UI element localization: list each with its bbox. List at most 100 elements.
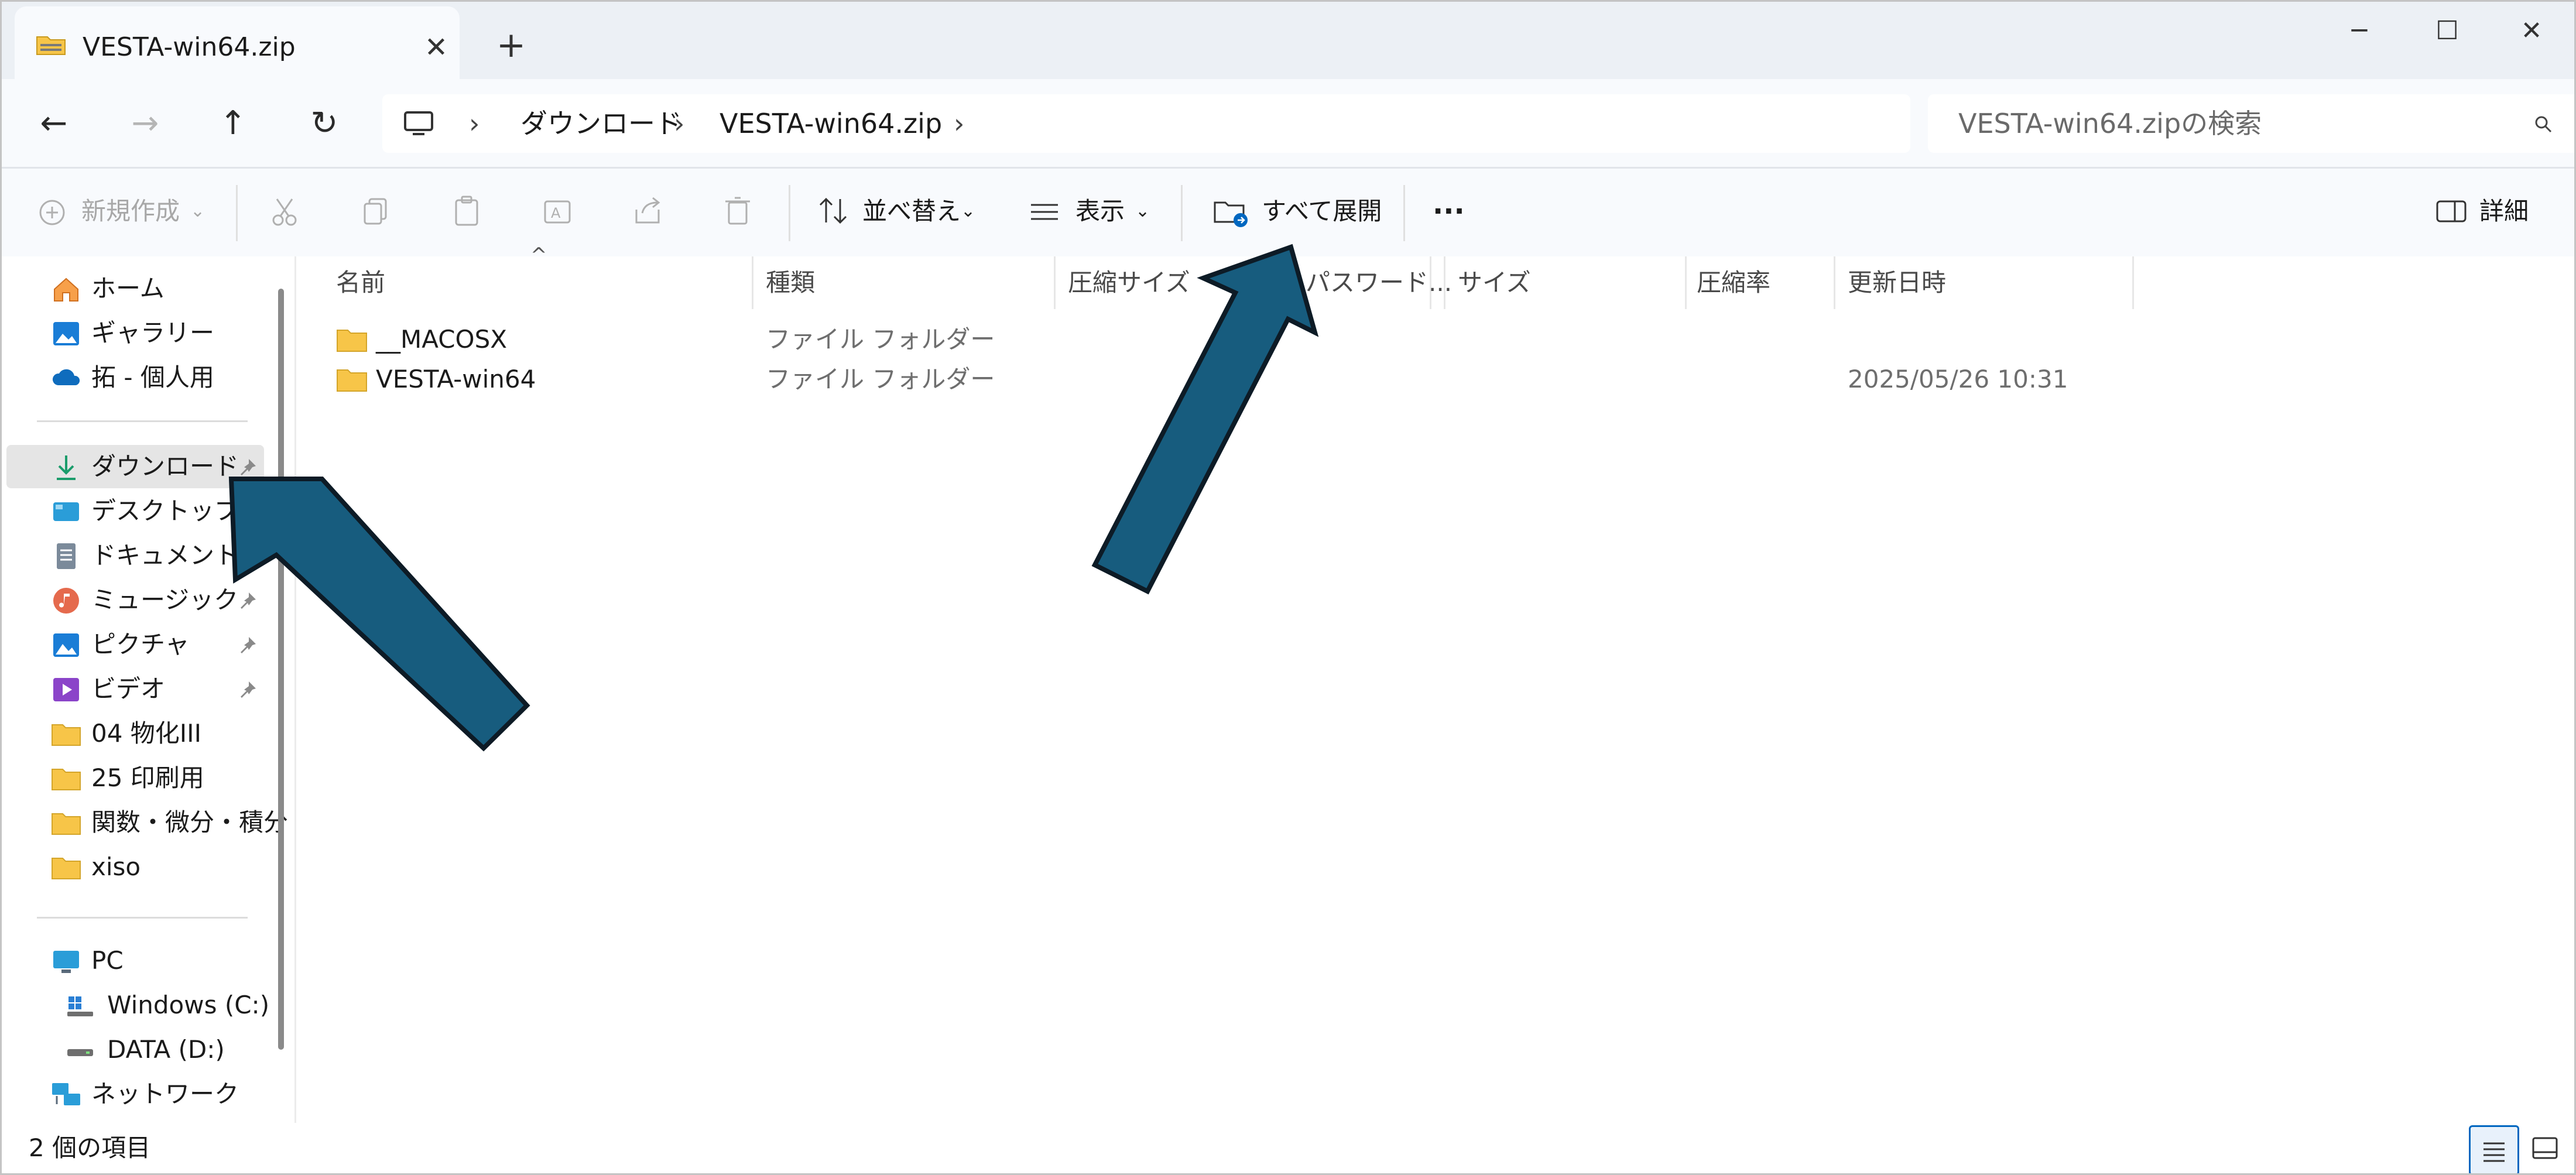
sidebar-item-music[interactable]: ミュージック <box>6 578 264 622</box>
file-row[interactable]: VESTA-win64 ファイル フォルダー 2025/05/26 10:31 <box>296 359 2170 399</box>
folder-icon <box>52 813 81 835</box>
sort-icon <box>819 197 847 224</box>
column-header-ratio[interactable]: 圧縮率 <box>1697 256 1770 309</box>
folder-icon <box>52 769 81 790</box>
delete-icon[interactable] <box>712 186 763 237</box>
sidebar-item-label: 25 印刷用 <box>91 763 204 792</box>
sidebar-item-label: ダウンロード <box>91 452 239 481</box>
extract-folder-icon <box>1214 201 1248 227</box>
tiles-view-icon[interactable] <box>2522 1125 2568 1172</box>
tab-vesta-zip[interactable]: VESTA-win64.zip ✕ <box>15 6 460 79</box>
file-row[interactable]: __MACOSX ファイル フォルダー <box>296 320 2170 359</box>
sidebar-item-desktop[interactable]: デスクトップ <box>6 489 264 533</box>
divider[interactable] <box>1834 256 1835 309</box>
pin-icon[interactable] <box>236 678 259 701</box>
file-list: 名前 ^ 種類 圧縮サイズ パスワード... サイズ 圧縮率 更新日時 __MA… <box>296 244 2574 1123</box>
sidebar-item-label: ギャラリー <box>91 318 215 347</box>
pin-icon[interactable] <box>236 589 259 612</box>
sidebar-item-downloads[interactable]: ダウンロード <box>6 445 264 488</box>
sidebar-item-label: DATA (D:) <box>107 1035 225 1064</box>
divider[interactable] <box>1685 256 1687 309</box>
sidebar-item-label: ホーム <box>91 274 165 303</box>
document-icon <box>57 543 76 569</box>
gallery-icon <box>53 322 79 345</box>
view-button[interactable]: 表示 <box>1075 185 1125 238</box>
chevron-down-icon: ⌄ <box>961 201 976 221</box>
column-header-modified[interactable]: 更新日時 <box>1848 256 1946 309</box>
breadcrumb-separator-icon[interactable]: › <box>954 94 964 153</box>
sidebar-item-drive-c[interactable]: Windows (C:) <box>6 984 269 1027</box>
home-icon <box>54 278 78 302</box>
back-button[interactable]: ← <box>28 100 80 147</box>
sidebar-item-onedrive[interactable]: 拓 - 個人用 <box>6 356 264 399</box>
sidebar-item-home[interactable]: ホーム <box>6 267 264 310</box>
close-window-button[interactable]: ✕ <box>2493 6 2570 56</box>
sidebar-item-folder[interactable]: 25 印刷用 <box>6 756 264 800</box>
sort-button[interactable]: 並べ替え <box>862 185 961 238</box>
more-options-button[interactable]: ··· <box>1433 185 1465 238</box>
up-button[interactable]: ↑ <box>207 100 259 147</box>
sidebar-item-folder[interactable]: xiso <box>6 845 264 889</box>
divider <box>37 917 248 919</box>
breadcrumb-separator-icon[interactable]: › <box>469 94 479 153</box>
file-type: ファイル フォルダー <box>766 325 995 354</box>
divider <box>37 420 248 422</box>
sidebar-item-gallery[interactable]: ギャラリー <box>6 311 264 355</box>
column-header-type[interactable]: 種類 <box>766 256 815 309</box>
pin-icon[interactable] <box>236 633 259 657</box>
divider <box>236 185 238 241</box>
divider <box>789 185 790 241</box>
details-button[interactable]: 詳細 <box>2479 185 2529 238</box>
maximize-button[interactable]: ☐ <box>2409 6 2485 56</box>
sidebar-item-network[interactable]: ネットワーク <box>6 1073 264 1116</box>
refresh-button[interactable]: ↻ <box>298 100 351 147</box>
sidebar-item-label: xiso <box>91 852 141 881</box>
copy-icon[interactable] <box>351 186 401 237</box>
column-header-name[interactable]: 名前 <box>336 256 385 309</box>
tab-close-button[interactable]: ✕ <box>413 24 460 71</box>
column-header-password[interactable]: パスワード... <box>1306 256 1452 309</box>
pc-icon <box>404 111 433 135</box>
pin-icon[interactable] <box>236 455 259 479</box>
sidebar-item-folder[interactable]: 04 物化III <box>6 712 264 755</box>
breadcrumb-downloads[interactable]: ダウンロード <box>520 94 682 153</box>
folder-icon <box>337 369 367 392</box>
file-name: __MACOSX <box>376 325 508 354</box>
cut-icon[interactable] <box>259 186 310 237</box>
breadcrumb-zip[interactable]: VESTA-win64.zip <box>720 94 942 153</box>
divider[interactable] <box>1054 256 1056 309</box>
details-view-icon[interactable] <box>2469 1125 2519 1175</box>
rename-icon[interactable]: A <box>532 186 583 237</box>
extract-all-button[interactable]: すべて展開 <box>1262 185 1382 238</box>
sidebar-item-pictures[interactable]: ピクチャ <box>6 623 264 666</box>
search-box[interactable]: VESTA-win64.zipの検索 <box>1928 94 2574 153</box>
sidebar-item-label: デスクトップ <box>91 496 239 525</box>
folder-icon <box>52 858 81 879</box>
share-icon[interactable] <box>622 186 673 237</box>
sidebar-item-drive-d[interactable]: DATA (D:) <box>6 1028 264 1071</box>
forward-button[interactable]: → <box>119 100 172 147</box>
windows-drive-icon <box>67 996 93 1016</box>
sidebar-item-videos[interactable]: ビデオ <box>6 667 264 711</box>
divider[interactable] <box>2132 256 2134 309</box>
address-bar[interactable]: › ダウンロード › VESTA-win64.zip › <box>382 94 1910 153</box>
sidebar-scrollbar[interactable] <box>278 289 284 1050</box>
minimize-button[interactable]: ─ <box>2321 6 2397 56</box>
new-tab-button[interactable]: + <box>489 23 533 67</box>
file-name: VESTA-win64 <box>376 365 536 393</box>
sidebar-item-label: ピクチャ <box>91 630 190 659</box>
sidebar-item-folder[interactable]: 関数・微分・積分 <box>6 801 288 844</box>
command-bar: 新規作成 ⌄ A 並べ替え ⌄ 表示 ⌄ すべて展開 ··· 詳細 <box>2 169 2574 258</box>
folder-icon <box>52 724 81 746</box>
search-icon <box>2535 116 2552 133</box>
divider[interactable] <box>752 256 753 309</box>
column-header-compressed-size[interactable]: 圧縮サイズ <box>1068 256 1190 309</box>
sidebar-item-pc[interactable]: PC <box>6 939 264 982</box>
column-header-size[interactable]: サイズ <box>1458 256 1531 309</box>
new-button[interactable]: 新規作成 <box>81 185 180 238</box>
paste-icon[interactable] <box>442 186 492 237</box>
breadcrumb-separator-icon[interactable]: › <box>674 94 684 153</box>
divider[interactable] <box>1444 256 1445 309</box>
file-modified: 2025/05/26 10:31 <box>1848 365 2068 393</box>
sidebar-item-documents[interactable]: ドキュメント <box>6 534 264 577</box>
